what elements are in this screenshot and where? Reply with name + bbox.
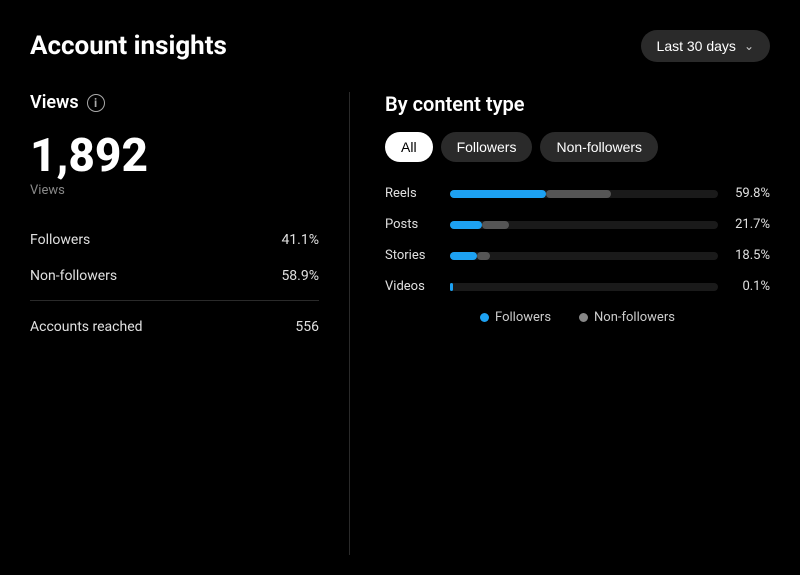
date-filter-button[interactable]: Last 30 days ⌄ xyxy=(641,30,770,62)
bar-fill-nonfollowers-posts xyxy=(482,221,509,229)
views-info-icon[interactable]: i xyxy=(87,94,105,112)
bar-label-reels: Reels xyxy=(385,186,440,201)
accounts-reached-label: Accounts reached xyxy=(30,319,143,335)
bar-label-stories: Stories xyxy=(385,248,440,263)
bar-label-posts: Posts xyxy=(385,217,440,232)
bar-fill-followers-posts xyxy=(450,221,482,229)
header: Account insights Last 30 days ⌄ xyxy=(30,30,770,62)
tab-all[interactable]: All xyxy=(385,132,433,162)
tab-nonfollowers[interactable]: Non-followers xyxy=(540,132,658,162)
views-section-title: Views i xyxy=(30,92,319,113)
bar-fill-followers-videos xyxy=(450,283,453,291)
accounts-reached-row: Accounts reached 556 xyxy=(30,307,319,347)
bar-value-stories: 18.5% xyxy=(728,248,770,263)
views-count: 1,892 xyxy=(30,133,319,179)
accounts-reached-value: 556 xyxy=(295,319,319,335)
tab-followers[interactable]: Followers xyxy=(441,132,533,162)
left-panel: Views i 1,892 Views Followers 41.1% Non-… xyxy=(30,92,350,555)
nonfollowers-stat-value: 58.9% xyxy=(281,268,319,284)
date-filter-label: Last 30 days xyxy=(657,38,736,54)
bar-track-videos xyxy=(450,283,718,291)
legend-nonfollowers: Non-followers xyxy=(579,310,675,325)
chevron-down-icon: ⌄ xyxy=(744,39,754,53)
bar-track-stories xyxy=(450,252,718,260)
legend-dot-nonfollowers xyxy=(579,313,588,322)
legend-dot-followers xyxy=(480,313,489,322)
legend: Followers Non-followers xyxy=(385,310,770,325)
filter-tabs: All Followers Non-followers xyxy=(385,132,770,162)
views-label: Views xyxy=(30,92,79,113)
followers-stat-value: 41.1% xyxy=(281,232,319,248)
main-content: Views i 1,892 Views Followers 41.1% Non-… xyxy=(30,92,770,555)
bar-fill-followers-reels xyxy=(450,190,546,198)
right-panel: By content type All Followers Non-follow… xyxy=(350,92,770,555)
bars-container: Reels 59.8% Posts 21.7% St xyxy=(385,186,770,294)
bar-fill-nonfollowers-reels xyxy=(546,190,610,198)
bar-row-reels: Reels 59.8% xyxy=(385,186,770,201)
followers-stat-row: Followers 41.1% xyxy=(30,222,319,258)
bar-track-reels xyxy=(450,190,718,198)
nonfollowers-stat-label: Non-followers xyxy=(30,268,117,284)
legend-followers: Followers xyxy=(480,310,551,325)
bar-row-posts: Posts 21.7% xyxy=(385,217,770,232)
followers-stat-label: Followers xyxy=(30,232,90,248)
bar-value-videos: 0.1% xyxy=(728,279,770,294)
nonfollowers-stat-row: Non-followers 58.9% xyxy=(30,258,319,294)
bar-fill-followers-stories xyxy=(450,252,477,260)
page-title: Account insights xyxy=(30,31,227,61)
bar-fill-nonfollowers-stories xyxy=(477,252,490,260)
legend-label-followers: Followers xyxy=(495,310,551,325)
content-type-title: By content type xyxy=(385,92,770,116)
bar-value-reels: 59.8% xyxy=(728,186,770,201)
bar-track-posts xyxy=(450,221,718,229)
views-sublabel: Views xyxy=(30,183,319,198)
bar-row-stories: Stories 18.5% xyxy=(385,248,770,263)
legend-label-nonfollowers: Non-followers xyxy=(594,310,675,325)
bar-value-posts: 21.7% xyxy=(728,217,770,232)
bar-row-videos: Videos 0.1% xyxy=(385,279,770,294)
bar-label-videos: Videos xyxy=(385,279,440,294)
stats-divider xyxy=(30,300,319,301)
